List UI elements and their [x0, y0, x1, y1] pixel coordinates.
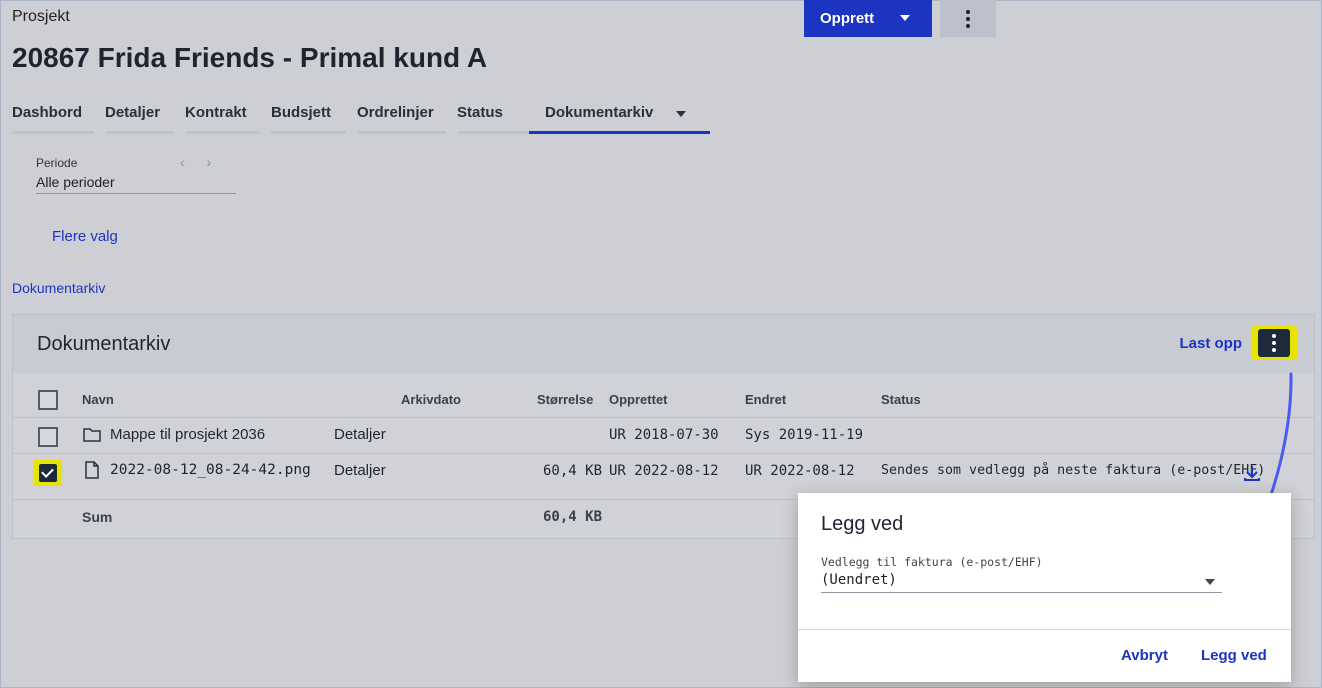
create-button[interactable]: Opprett	[804, 0, 932, 37]
card-more-inner	[1258, 329, 1290, 357]
chevron-down-icon	[676, 111, 686, 117]
row-changed: UR 2022-08-12	[745, 463, 855, 479]
confirm-attach-button[interactable]: Legg ved	[1201, 647, 1267, 664]
card-more-button[interactable]	[1251, 326, 1297, 360]
tab-dokumentarkiv[interactable]: Dokumentarkiv	[529, 104, 710, 134]
row-name-link[interactable]: 2022-08-12_08-24-42.png	[110, 462, 311, 478]
row-checkbox-checked[interactable]	[34, 460, 62, 486]
tab-detaljer[interactable]: Detaljer	[105, 104, 175, 134]
tab-label: Detaljer	[105, 104, 161, 121]
tab-underline	[357, 131, 446, 134]
tab-label: Ordrelinjer	[357, 104, 434, 121]
row-size: 60,4 KB	[543, 463, 603, 479]
row-status: Sendes som vedlegg på neste faktura (e-p…	[881, 463, 1266, 478]
sum-size: 60,4 KB	[543, 509, 603, 525]
checkmark-icon	[39, 464, 57, 482]
tab-kontrakt[interactable]: Kontrakt	[185, 104, 260, 134]
chevron-down-icon	[1205, 579, 1215, 585]
create-button-label: Opprett	[820, 10, 875, 27]
card-header: Dokumentarkiv Last opp	[13, 315, 1314, 373]
col-navn[interactable]: Navn	[82, 392, 114, 407]
col-endret[interactable]: Endret	[745, 392, 786, 407]
col-opprettet[interactable]: Opprettet	[609, 392, 668, 407]
chevron-down-icon	[900, 15, 910, 21]
tab-underline	[529, 131, 710, 134]
periode-select[interactable]: Alle perioder	[36, 174, 236, 194]
dialog-divider	[798, 629, 1291, 630]
chevron-right-icon[interactable]: ›	[207, 154, 212, 170]
tab-underline	[185, 131, 260, 134]
more-filters-link[interactable]: Flere valg	[52, 228, 118, 245]
card-title: Dokumentarkiv	[37, 333, 171, 355]
attach-dialog: Legg ved Vedlegg til faktura (e-post/EHF…	[798, 493, 1291, 682]
more-options-button[interactable]	[940, 0, 996, 37]
tab-label: Budsjett	[271, 104, 331, 121]
page-title: 20867 Frida Friends - Primal kund A	[12, 42, 488, 73]
tab-status[interactable]: Status	[457, 104, 529, 134]
row-changed: Sys 2019-11-19	[745, 427, 864, 443]
col-status[interactable]: Status	[881, 392, 921, 407]
select-all-checkbox[interactable]	[38, 390, 58, 410]
tab-budsjett[interactable]: Budsjett	[271, 104, 346, 134]
tab-underline	[271, 131, 346, 134]
dialog-title: Legg ved	[821, 513, 904, 535]
row-name-link[interactable]: Mappe til prosjekt 2036	[110, 426, 265, 443]
dialog-field-label: Vedlegg til faktura (e-post/EHF)	[821, 555, 1043, 569]
folder-icon	[83, 428, 101, 442]
divider	[12, 453, 1315, 454]
invoice-attachment-select[interactable]: (Uendret)	[821, 571, 1222, 593]
periode-label: Periode	[36, 156, 78, 170]
tab-dashbord[interactable]: Dashbord	[12, 104, 94, 134]
tab-underline	[457, 131, 529, 134]
tab-label: Dashbord	[12, 104, 83, 121]
row-created: UR 2022-08-12	[609, 463, 719, 479]
tab-label: Status	[457, 104, 503, 121]
dokumentarkiv-link[interactable]: Dokumentarkiv	[12, 280, 105, 296]
upload-button[interactable]: Last opp	[1180, 335, 1243, 352]
col-storrelse[interactable]: Størrelse	[537, 392, 593, 407]
chevron-left-icon[interactable]: ‹	[180, 154, 185, 170]
tab-ordrelinjer[interactable]: Ordrelinjer	[357, 104, 446, 134]
row-created: UR 2018-07-30	[609, 427, 719, 443]
tab-label: Kontrakt	[185, 104, 247, 121]
kebab-icon	[1272, 334, 1276, 352]
tab-label: Dokumentarkiv	[545, 104, 654, 121]
tab-underline	[12, 131, 94, 134]
breadcrumb[interactable]: Prosjekt	[12, 8, 70, 26]
kebab-icon	[966, 9, 970, 28]
divider	[12, 417, 1315, 418]
periode-nav: ‹ ›	[180, 154, 233, 170]
row-checkbox[interactable]	[38, 427, 58, 447]
row-details-link[interactable]: Detaljer	[334, 462, 386, 479]
cancel-button[interactable]: Avbryt	[1121, 647, 1168, 664]
select-value: (Uendret)	[821, 572, 897, 588]
sum-label: Sum	[82, 509, 113, 525]
col-arkivdato[interactable]: Arkivdato	[401, 392, 461, 407]
file-icon	[85, 461, 99, 479]
row-details-link[interactable]: Detaljer	[334, 426, 386, 443]
tab-underline	[105, 131, 175, 134]
